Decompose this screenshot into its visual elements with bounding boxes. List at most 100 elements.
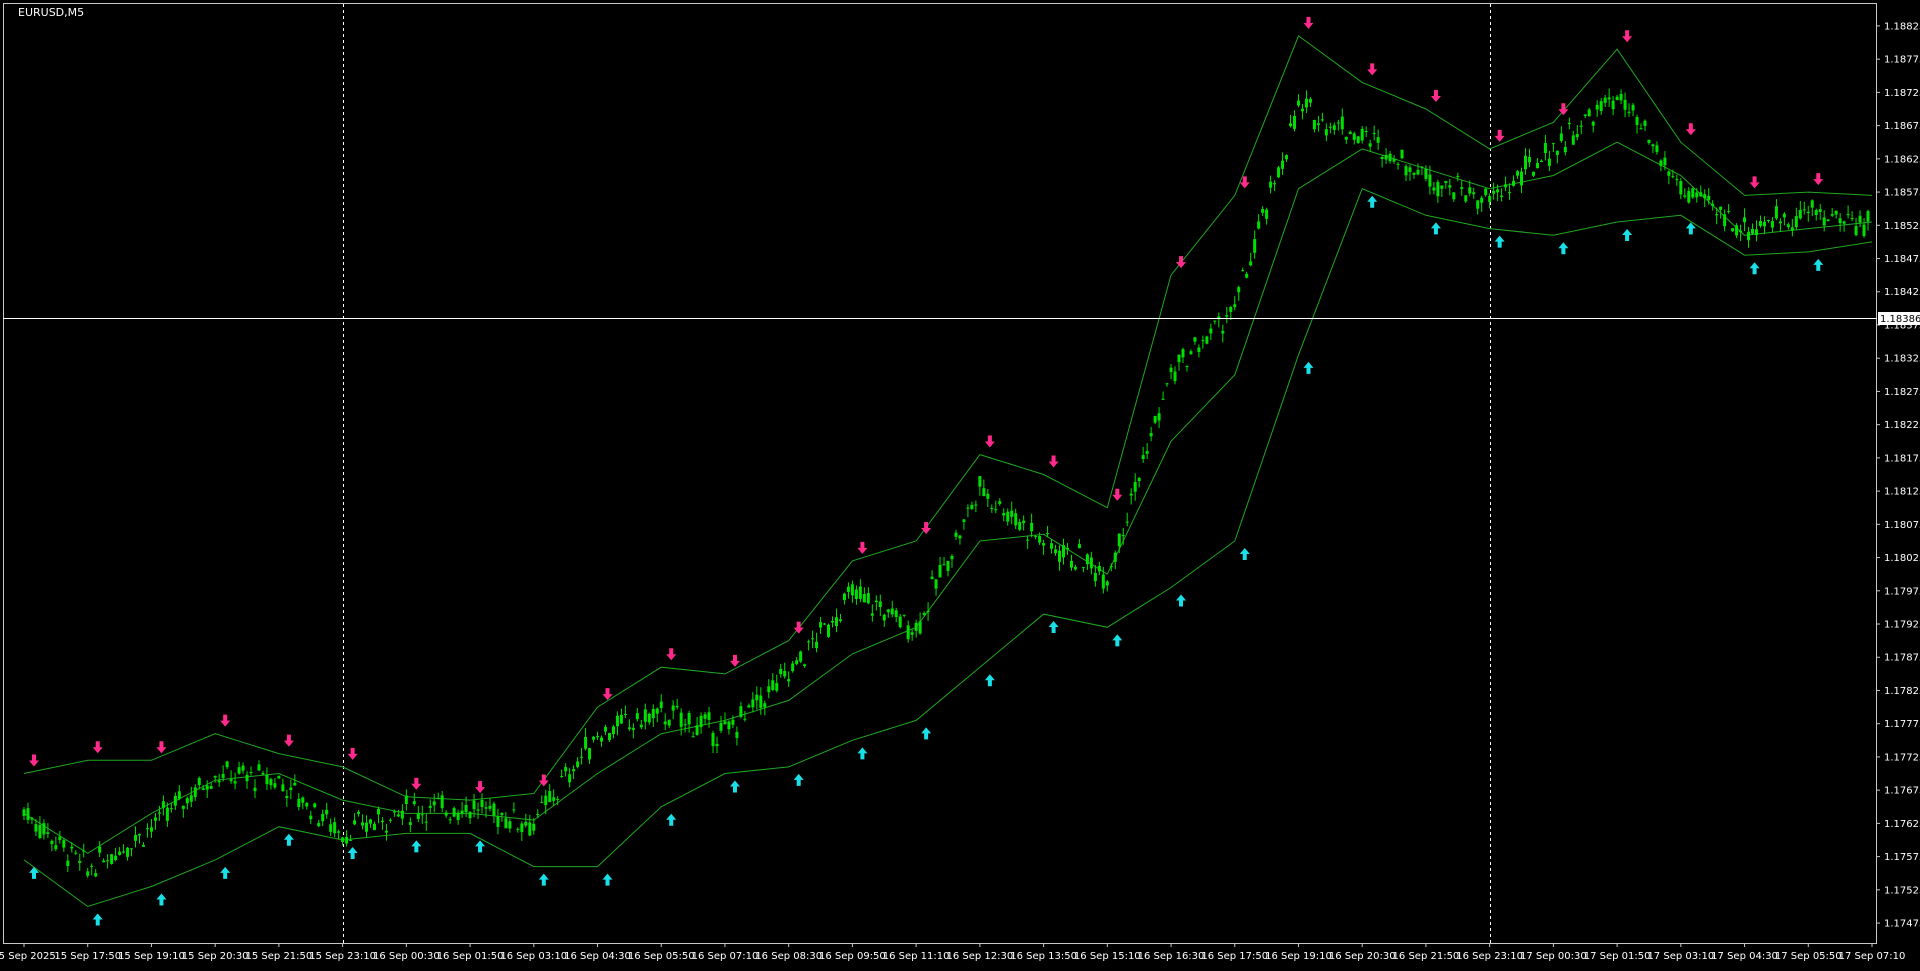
candle-body bbox=[1101, 574, 1105, 589]
candle-body bbox=[1695, 192, 1699, 198]
candle-body bbox=[950, 555, 954, 560]
candle-body bbox=[134, 834, 138, 841]
candle-body bbox=[1551, 143, 1555, 145]
candle-body bbox=[831, 620, 834, 623]
candle-body bbox=[683, 724, 687, 726]
candle-body bbox=[98, 846, 102, 853]
candle-body bbox=[1185, 365, 1189, 367]
candle-body bbox=[1153, 415, 1157, 423]
candle-body bbox=[1324, 129, 1328, 136]
candle-body bbox=[576, 761, 580, 767]
candle-body bbox=[1265, 209, 1269, 219]
candle-body bbox=[1488, 196, 1492, 202]
candle-body bbox=[1591, 121, 1595, 126]
candle-body bbox=[1241, 270, 1245, 272]
price-tick-label: 1.18625 bbox=[1884, 154, 1920, 165]
candle-body bbox=[1782, 213, 1786, 218]
candle-body bbox=[1659, 160, 1663, 166]
time-tick-label: 15 Sep 21:50 bbox=[246, 951, 313, 962]
candle-body bbox=[1814, 210, 1818, 216]
candle-body bbox=[1121, 535, 1125, 537]
candle-body bbox=[1054, 549, 1058, 554]
candle-body bbox=[623, 714, 627, 716]
candle-body bbox=[962, 519, 966, 522]
chart-window[interactable]: 1.18825 1.18775 1.18725 1.18675 1.18625 1.185… bbox=[0, 0, 1920, 967]
candle-body bbox=[1257, 221, 1261, 229]
candle-body bbox=[874, 600, 878, 602]
candle-body bbox=[894, 610, 898, 617]
candle-body bbox=[444, 812, 448, 816]
candle-body bbox=[1328, 126, 1332, 128]
candle-body bbox=[189, 795, 193, 802]
candle-body bbox=[723, 721, 727, 725]
candle-body bbox=[854, 589, 858, 599]
candle-body bbox=[647, 713, 651, 723]
candle-body bbox=[1277, 167, 1281, 178]
candle-body bbox=[341, 837, 345, 842]
candle-body bbox=[1229, 306, 1233, 312]
time-tick-label: 17 Sep 01:50 bbox=[1584, 951, 1651, 962]
candle-body bbox=[1731, 228, 1735, 232]
candle-body bbox=[1289, 123, 1293, 127]
time-tick-label: 16 Sep 00:30 bbox=[373, 951, 440, 962]
candle-body bbox=[1416, 170, 1420, 175]
candle-body bbox=[145, 828, 149, 830]
candle-body bbox=[34, 824, 38, 832]
candle-body bbox=[799, 651, 803, 662]
time-tick-label: 15 Sep 17:50 bbox=[54, 951, 121, 962]
candle-body bbox=[767, 686, 771, 693]
time-tick-label: 15 Sep 23:10 bbox=[309, 951, 376, 962]
candle-body bbox=[420, 814, 424, 816]
time-tick-label: 16 Sep 03:10 bbox=[500, 951, 567, 962]
candle-body bbox=[922, 613, 926, 615]
candle-body bbox=[297, 798, 301, 807]
candle-body bbox=[1500, 195, 1504, 197]
candle-body bbox=[237, 767, 241, 774]
candle-body bbox=[185, 798, 189, 804]
candle-body bbox=[118, 851, 122, 855]
candle-body bbox=[1097, 565, 1101, 572]
time-tick-label: 16 Sep 23:10 bbox=[1456, 951, 1523, 962]
candle-body bbox=[1169, 367, 1173, 372]
candle-body bbox=[1794, 216, 1798, 228]
candle-body bbox=[994, 509, 998, 511]
candle-body bbox=[1460, 187, 1464, 189]
candle-body bbox=[651, 708, 655, 719]
candle-body bbox=[1105, 581, 1109, 586]
candle-body bbox=[173, 795, 177, 806]
candle-body bbox=[333, 822, 337, 834]
price-tick-label: 1.18525 bbox=[1884, 221, 1920, 232]
candle-body bbox=[691, 736, 695, 738]
candle-body bbox=[153, 817, 157, 821]
candle-body bbox=[1420, 166, 1424, 168]
candle-body bbox=[1555, 150, 1559, 155]
candle-body bbox=[221, 774, 225, 778]
candle-body bbox=[1392, 158, 1396, 162]
price-tick-label: 1.18425 bbox=[1884, 287, 1920, 298]
candle-body bbox=[74, 852, 78, 854]
candle-body bbox=[1758, 221, 1762, 226]
candle-body bbox=[974, 504, 978, 506]
candle-body bbox=[1790, 227, 1794, 231]
candle-body bbox=[1125, 521, 1129, 523]
candle-body bbox=[1436, 181, 1440, 197]
candle-body bbox=[1559, 133, 1563, 141]
candle-body bbox=[727, 721, 731, 730]
candle-body bbox=[1778, 221, 1782, 224]
candle-body bbox=[1766, 220, 1770, 222]
candle-body bbox=[588, 748, 592, 760]
candle-body bbox=[1400, 149, 1404, 159]
candle-body bbox=[448, 819, 452, 821]
price-chart[interactable]: 1.18825 1.18775 1.18725 1.18675 1.18625 1.185… bbox=[0, 0, 1920, 967]
candle-body bbox=[1635, 117, 1639, 125]
candle-body bbox=[1320, 119, 1324, 121]
candle-body bbox=[1687, 191, 1691, 203]
candle-body bbox=[357, 811, 361, 814]
candle-body bbox=[795, 660, 799, 665]
candle-body bbox=[1842, 221, 1846, 224]
candle-body bbox=[106, 860, 110, 862]
candle-body bbox=[1571, 135, 1575, 145]
candle-body bbox=[846, 586, 850, 592]
candle-body bbox=[1285, 155, 1289, 160]
candle-body bbox=[1205, 336, 1209, 344]
